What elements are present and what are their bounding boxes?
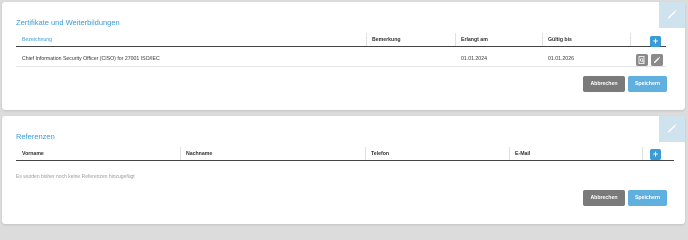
certificate-valid-until: 01.01.2026 [548,56,574,62]
certificate-obtained: 01.01.2024 [461,56,487,62]
edit-certificates-button[interactable] [659,2,685,28]
references-title: Referenzen [16,132,55,141]
column-header-email: E-Mail [515,151,531,157]
references-table-header: Vorname Nachname Telefon E-Mail [16,147,674,161]
column-header-phone: Telefon [371,151,390,157]
pencil-icon [654,56,661,63]
cancel-button[interactable]: Abbrechen [583,190,625,206]
column-header-name: Bezeichnung [22,37,52,43]
add-certificate-button[interactable]: + [650,36,661,47]
certificate-name: Chief Information Security Officer (CISO… [22,56,160,62]
pencil-icon [668,123,677,133]
document-search-icon [638,56,645,64]
references-card: Referenzen Vorname Nachname Telefon E-Ma… [2,116,685,224]
edit-certificate-row-button[interactable] [651,54,663,66]
save-button[interactable]: Speichern [628,190,667,206]
certificates-table-header: Bezeichnung Bemerkung Erlangt am Gültig … [16,33,666,47]
certificates-card: Zertifikate und Weiterbildungen Bezeichn… [2,2,685,110]
add-reference-button[interactable]: + [650,149,661,160]
pencil-icon [668,9,677,19]
column-header-valid-until: Gültig bis [548,37,572,43]
cancel-button[interactable]: Abbrechen [583,76,625,92]
edit-references-button[interactable] [659,116,685,142]
column-header-first-name: Vorname [22,151,44,157]
certificates-title: Zertifikate und Weiterbildungen [16,18,120,27]
empty-state-text: Es wurden bisher noch keine Referenzen h… [16,174,135,180]
save-button[interactable]: Speichern [628,76,667,92]
column-header-last-name: Nachname [186,151,213,157]
column-header-obtained: Erlangt am [461,37,488,43]
column-header-remark: Bemerkung [372,37,401,43]
table-row: Chief Information Security Officer (CISO… [16,51,666,67]
view-certificate-button[interactable] [636,54,648,66]
